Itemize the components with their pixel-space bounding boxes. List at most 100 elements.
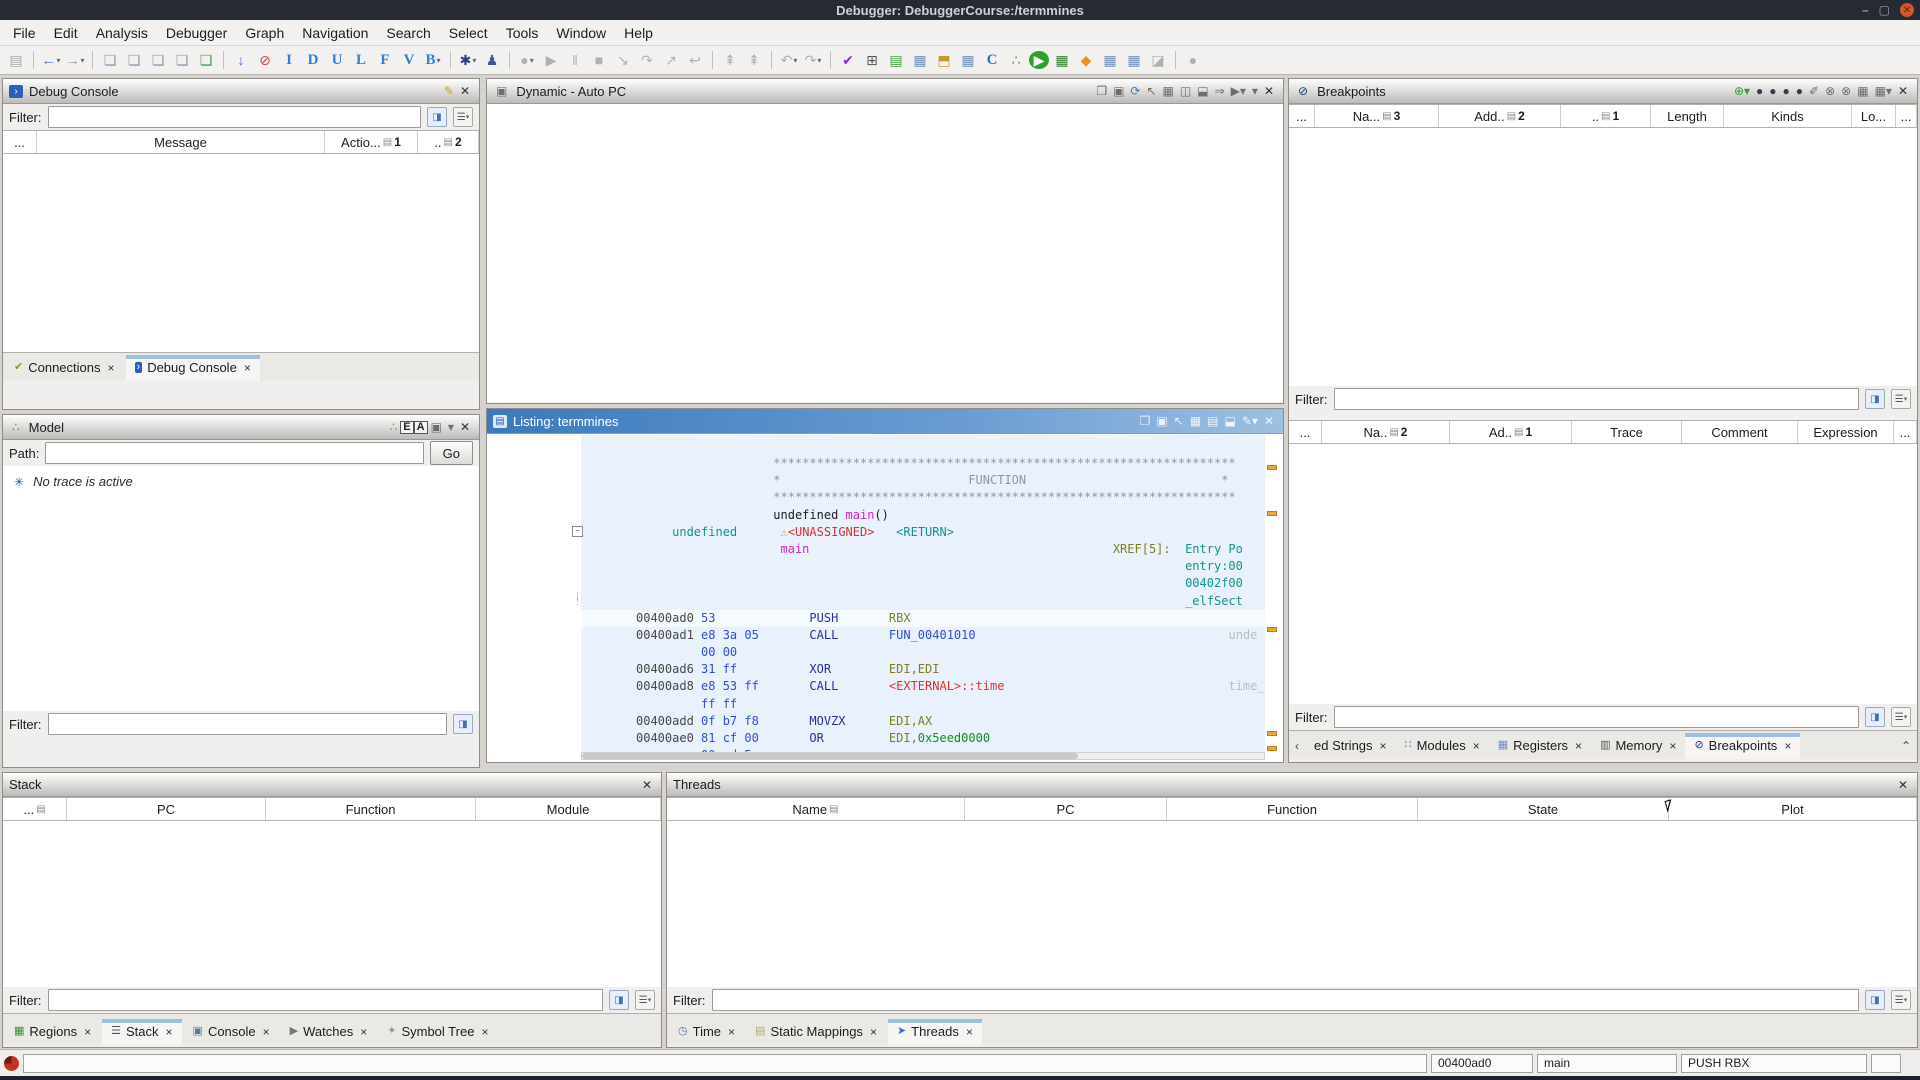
close-tab-connections[interactable]: × (108, 361, 115, 375)
clear-console-icon[interactable]: ✎ (441, 85, 457, 97)
tab-threads[interactable]: ➤ Threads × (887, 1019, 982, 1045)
no-entry-icon[interactable]: ⊘ (254, 49, 276, 71)
tab-symbol-tree[interactable]: ✦ Symbol Tree × (378, 1019, 497, 1045)
ct-icon[interactable]: C (981, 49, 1003, 71)
tab-modules[interactable]: ∷ Modules × (1396, 733, 1489, 759)
column-header-module[interactable]: Module (476, 798, 661, 820)
column-header-expression[interactable]: Expression (1798, 421, 1894, 443)
table-icon-4[interactable]: ▦ (1123, 49, 1145, 71)
play-circle-green-icon[interactable]: ▶ (1029, 51, 1049, 69)
fields-table-icon[interactable]: ▦ (1187, 415, 1204, 427)
page-icon-3[interactable]: ❏ (147, 49, 169, 71)
tab-stack[interactable]: ☰ Stack × (102, 1019, 182, 1045)
column-header-kinds[interactable]: Kinds (1724, 105, 1852, 127)
select-cursor-icon[interactable]: ↖ (1143, 85, 1159, 97)
letter-f-icon[interactable]: F (374, 49, 396, 71)
page-icon-1[interactable]: ❏ (99, 49, 121, 71)
letter-b-icon[interactable]: B ▾ (422, 49, 444, 71)
tab-breakpoints[interactable]: ⊘ Breakpoints × (1685, 733, 1801, 759)
edit-pencil-icon[interactable]: ✎▾ (1239, 415, 1261, 427)
close-icon[interactable]: ✕ (457, 85, 473, 97)
column-header-pc[interactable]: PC (965, 798, 1167, 820)
chip-101-icon[interactable]: ⊞ (861, 49, 883, 71)
close-tab-console[interactable]: × (263, 1025, 270, 1039)
filter-input[interactable] (1333, 706, 1859, 728)
check-purple-icon[interactable]: ✔ (837, 49, 859, 71)
close-tab-watches[interactable]: × (360, 1025, 367, 1039)
tab-console[interactable]: ▣ Console × (184, 1019, 279, 1045)
tab-connections[interactable]: ✔ Connections × (5, 355, 124, 381)
close-tab-breakpoints[interactable]: × (1784, 739, 1791, 753)
run-icon[interactable]: ▶▾ (1228, 85, 1249, 97)
play-icon[interactable]: ▶ (540, 49, 562, 71)
gutter-drag-handle[interactable]: ⋮ ⋮ (573, 592, 582, 606)
tab-registers[interactable]: ▦ Registers × (1489, 733, 1591, 759)
listing-line-12[interactable]: 00400ad6 31 ff XOR EDI,EDI (581, 661, 1265, 678)
column-header-state[interactable]: State (1418, 798, 1669, 820)
column-header-comment[interactable]: Comment (1682, 421, 1798, 443)
listing-line-1[interactable]: * FUNCTION * (581, 472, 1265, 489)
filter-column-icon[interactable]: ◨ (1865, 389, 1885, 409)
table-dropdown-icon[interactable]: ▦▾ (1872, 85, 1895, 97)
close-tab-regions[interactable]: × (84, 1025, 91, 1039)
listing-line-8[interactable]: _elfSect (581, 593, 1265, 610)
column-header-plot[interactable]: Plot (1669, 798, 1917, 820)
detach-icon-2[interactable]: ⇞ (743, 49, 765, 71)
tab-memory[interactable]: ▥ Memory × (1591, 733, 1685, 759)
table-icon-3[interactable]: ▦ (1099, 49, 1121, 71)
record-circle-icon[interactable]: ● ▾ (516, 49, 538, 71)
close-icon[interactable]: ✕ (1261, 415, 1277, 427)
table-icon-1[interactable]: ▦ (909, 49, 931, 71)
menu-item-debugger[interactable]: Debugger (157, 22, 237, 44)
column-header-item[interactable]: ... ▤ (3, 798, 67, 820)
column-header-na[interactable]: Na... ▤ 3 (1315, 105, 1439, 127)
minimize-button[interactable]: – (1862, 3, 1869, 17)
detach-icon-1[interactable]: ⇞ (719, 49, 741, 71)
close-icon[interactable]: ✕ (457, 421, 473, 434)
tab-debug-console[interactable]: › Debug Console × (125, 355, 261, 381)
filter-column-icon[interactable]: ◨ (1865, 707, 1885, 727)
close-tab-stack[interactable]: × (166, 1025, 173, 1039)
listing-line-16[interactable]: 00400ae0 81 cf 00 OR EDI,0x5eed0000 (581, 730, 1265, 747)
tab-static-mappings[interactable]: ▤ Static Mappings × (746, 1019, 886, 1045)
filter-column-icon[interactable]: ◨ (427, 107, 447, 127)
menu-item-select[interactable]: Select (440, 22, 497, 44)
column-header-item[interactable]: .. ▤ 1 (1561, 105, 1651, 127)
letter-l-icon[interactable]: L (350, 49, 372, 71)
menu-item-graph[interactable]: Graph (236, 22, 293, 44)
tab-watches[interactable]: ▶ Watches × (281, 1019, 377, 1045)
letter-v-icon[interactable]: V (398, 49, 420, 71)
bookmark-marker[interactable] (1267, 627, 1277, 632)
listing-line-3[interactable]: undefined main() (581, 507, 1265, 524)
step-over-icon[interactable]: ↷ (636, 49, 658, 71)
step-out-icon[interactable]: ↗ (660, 49, 682, 71)
column-header-name[interactable]: Name ▤ (667, 798, 965, 820)
column-header-add[interactable]: Add.. ▤ 2 (1439, 105, 1561, 127)
model-header[interactable]: ∴ Model ∴ E A ▣ ▾ ✕ (3, 415, 479, 440)
step-into-icon[interactable]: ↘ (612, 49, 634, 71)
dynamic-header[interactable]: ▣ Dynamic - Auto PC ❐ ▣ ⟳ ↖ ▦ ◫ ⬓ ⇒ ▶▾ ▾ ✕ (487, 79, 1283, 104)
page-icon-4[interactable]: ❏ (171, 49, 193, 71)
filter-options-icon[interactable]: ☰ ▾ (453, 107, 473, 127)
listing-line-7[interactable]: 00402f00 (581, 575, 1265, 592)
menu-item-tools[interactable]: Tools (497, 22, 548, 44)
auto-pc-table-icon[interactable]: ▦ (1160, 85, 1177, 97)
add-breakpoint-icon[interactable]: ⊕▾ (1731, 85, 1753, 97)
stop-icon[interactable]: ■ (588, 49, 610, 71)
column-header-function[interactable]: Function (1167, 798, 1418, 820)
redo-icon[interactable]: ↷ ▾ (802, 49, 824, 71)
paste-icon[interactable]: ▣ (1110, 85, 1127, 97)
column-header-function[interactable]: Function (266, 798, 476, 820)
filter-input[interactable] (711, 989, 1859, 1011)
column-header-trace[interactable]: Trace (1572, 421, 1682, 443)
forward-arrow-icon[interactable]: → ▾ (64, 49, 86, 71)
listing-line-4[interactable]: undefined ⚠<UNASSIGNED> <RETURN> (581, 524, 1265, 541)
close-tab-static-mappings[interactable]: × (870, 1025, 877, 1039)
person-icon[interactable]: ♟ (481, 49, 503, 71)
tree-diagram-icon[interactable]: ∴ (387, 421, 401, 434)
listing-header[interactable]: ▤ Listing: termmines ❐ ▣ ↖ ▦ ▤ ⬓ ✎▾ ✕ (487, 409, 1283, 434)
tab-list-more-icon[interactable]: ⌃ (1897, 733, 1915, 759)
close-tab-modules[interactable]: × (1473, 739, 1480, 753)
bug-blue-icon[interactable]: ✱ ▾ (457, 49, 479, 71)
menu-item-help[interactable]: Help (615, 22, 662, 44)
